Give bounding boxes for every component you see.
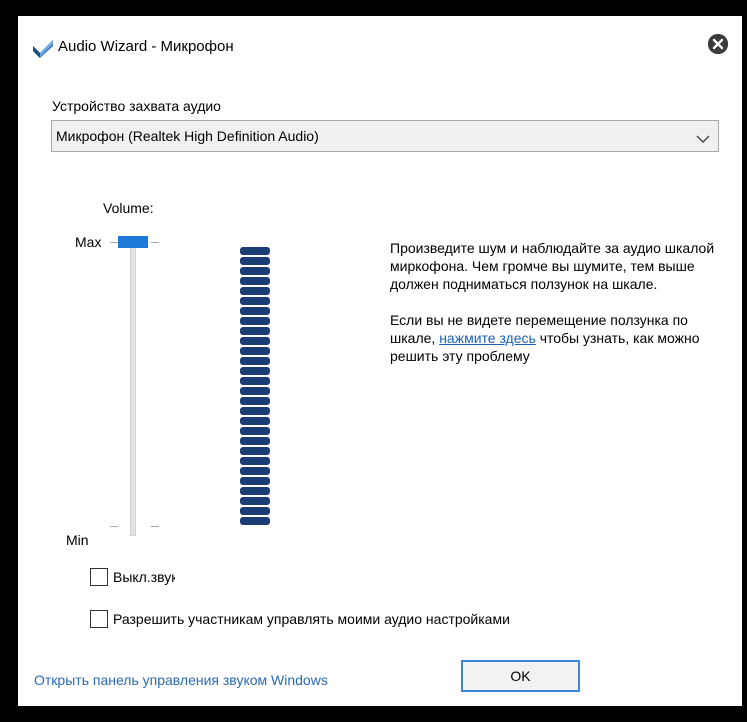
instructions-text: Произведите шум и наблюдайте за аудио шк…	[390, 239, 720, 383]
meter-segment	[240, 287, 270, 295]
meter-segment	[240, 277, 270, 285]
audio-wizard-window: Audio Wizard - Микрофон Устройство захва…	[18, 16, 742, 706]
meter-segment	[240, 307, 270, 315]
audio-level-meter	[240, 247, 270, 527]
windows-sound-settings-link[interactable]: Открыть панель управления звуком Windows	[34, 672, 328, 688]
meter-segment	[240, 497, 270, 505]
meter-segment	[240, 267, 270, 275]
meter-segment	[240, 257, 270, 265]
meter-segment	[240, 517, 270, 525]
title-bar: Audio Wizard - Микрофон	[18, 16, 742, 68]
window-title: Audio Wizard - Микрофон	[58, 38, 234, 55]
meter-segment	[240, 317, 270, 325]
mute-checkbox[interactable]	[90, 568, 108, 586]
volume-tick-max-right	[151, 242, 159, 243]
meter-segment	[240, 417, 270, 425]
volume-tick-max-left	[110, 242, 118, 243]
meter-segment	[240, 367, 270, 375]
help-link[interactable]: нажмите здесь	[439, 330, 536, 346]
volume-min-label: Min	[66, 532, 89, 548]
meter-segment	[240, 437, 270, 445]
meter-segment	[240, 377, 270, 385]
volume-slider-track[interactable]	[130, 236, 136, 536]
app-logo-icon	[32, 36, 54, 58]
meter-segment	[240, 337, 270, 345]
allow-control-label: Разрешить участникам управлять моими ауд…	[113, 611, 510, 627]
capture-device-select[interactable]: Микрофон (Realtek High Definition Audio)	[51, 120, 719, 152]
meter-segment	[240, 387, 270, 395]
meter-segment	[240, 477, 270, 485]
meter-segment	[240, 397, 270, 405]
meter-segment	[240, 507, 270, 515]
capture-device-value: Микрофон (Realtek High Definition Audio)	[56, 128, 319, 144]
meter-segment	[240, 327, 270, 335]
meter-segment	[240, 357, 270, 365]
meter-segment	[240, 487, 270, 495]
volume-max-label: Max	[75, 234, 102, 250]
allow-control-option[interactable]: Разрешить участникам управлять моими ауд…	[90, 610, 510, 628]
allow-control-checkbox[interactable]	[90, 610, 108, 628]
close-icon[interactable]	[708, 34, 728, 54]
instructions-paragraph-2: Если вы не видете перемещение ползунка п…	[390, 312, 700, 364]
meter-segment	[240, 407, 270, 415]
volume-label: Volume:	[103, 200, 154, 216]
meter-segment	[240, 467, 270, 475]
ok-button[interactable]: OK	[461, 660, 580, 692]
volume-slider-thumb[interactable]	[118, 236, 148, 248]
instructions-paragraph-1: Произведите шум и наблюдайте за аудио шк…	[390, 240, 715, 292]
mute-label: Выкл.звук	[113, 569, 175, 585]
chevron-down-icon	[696, 131, 710, 147]
meter-segment	[240, 347, 270, 355]
meter-segment	[240, 297, 270, 305]
capture-device-label: Устройство захвата аудио	[52, 98, 221, 114]
volume-tick-min-right	[151, 526, 159, 527]
volume-tick-min-left	[110, 526, 118, 527]
meter-segment	[240, 247, 270, 255]
meter-segment	[240, 447, 270, 455]
mute-option[interactable]: Выкл.звук	[90, 568, 175, 586]
meter-segment	[240, 427, 270, 435]
meter-segment	[240, 457, 270, 465]
